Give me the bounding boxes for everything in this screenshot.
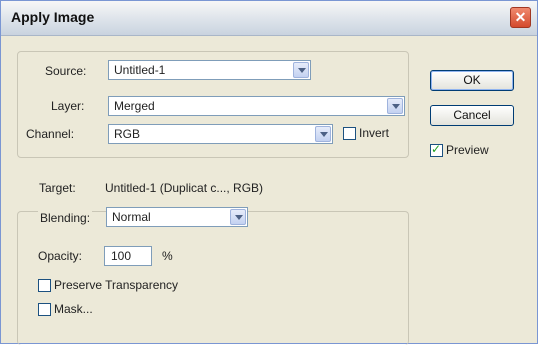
mask-label[interactable]: Mask... — [54, 302, 93, 316]
dialog-title: Apply Image — [11, 9, 95, 25]
close-button[interactable]: ✕ — [510, 7, 531, 28]
layer-select[interactable]: Merged — [108, 96, 405, 116]
chevron-down-icon[interactable] — [230, 209, 246, 225]
chevron-down-icon[interactable] — [315, 126, 331, 142]
preview-checkbox[interactable] — [430, 142, 443, 157]
opacity-value: 100 — [111, 249, 132, 263]
channel-select[interactable]: RGB — [108, 124, 333, 144]
source-label: Source: — [45, 64, 87, 78]
source-value: Untitled-1 — [114, 63, 166, 77]
opacity-input[interactable]: 100 — [104, 246, 152, 266]
blending-label: Blending: — [38, 211, 93, 225]
apply-image-dialog: Apply Image ✕ Source: Untitled-1 Layer: … — [0, 0, 538, 345]
cancel-button[interactable]: Cancel — [430, 105, 514, 126]
blending-select[interactable]: Normal — [106, 207, 248, 227]
preserve-transparency-label[interactable]: Preserve Transparency — [54, 278, 178, 292]
chevron-down-icon[interactable] — [293, 62, 309, 78]
target-value: Untitled-1 (Duplicat c..., RGB) — [105, 181, 264, 195]
target-label: Target: — [39, 181, 76, 195]
invert-label[interactable]: Invert — [359, 126, 389, 140]
opacity-unit: % — [162, 249, 173, 263]
layer-label: Layer: — [51, 99, 85, 113]
mask-checkbox[interactable] — [38, 303, 51, 316]
channel-label: Channel: — [26, 127, 75, 141]
invert-checkbox[interactable] — [343, 127, 356, 140]
title-bar[interactable]: Apply Image ✕ — [1, 1, 537, 36]
preserve-transparency-checkbox[interactable] — [38, 279, 51, 292]
ok-button[interactable]: OK — [430, 70, 514, 91]
source-select[interactable]: Untitled-1 — [108, 60, 311, 80]
channel-value: RGB — [114, 127, 141, 141]
close-icon: ✕ — [514, 9, 527, 25]
preview-label[interactable]: Preview — [446, 143, 489, 157]
layer-value: Merged — [114, 99, 155, 113]
chevron-down-icon[interactable] — [387, 98, 403, 114]
opacity-label: Opacity: — [38, 249, 83, 263]
blending-value: Normal — [112, 210, 151, 224]
